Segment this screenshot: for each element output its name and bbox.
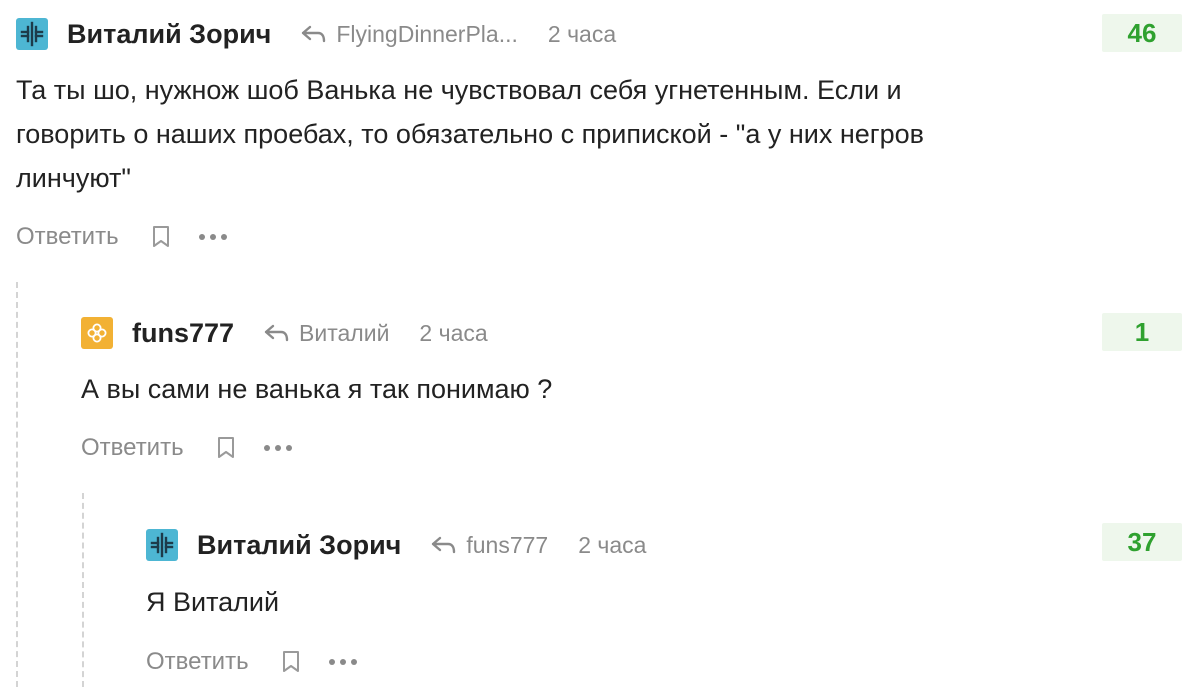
reply-to-link[interactable]: funs777 <box>431 532 548 559</box>
reply-arrow-icon <box>301 25 327 43</box>
cross-logo-icon <box>20 21 44 47</box>
reply-to-name: FlyingDinnerPla... <box>336 20 518 47</box>
comment-header: Виталий Зорич funs777 2 часа <box>146 525 646 565</box>
reply-arrow-icon <box>431 536 457 554</box>
comment-time: 2 часа <box>547 20 617 47</box>
avatar[interactable] <box>81 317 113 349</box>
bookmark-icon[interactable] <box>282 650 300 674</box>
comment-time: 2 часа <box>578 531 647 558</box>
more-options-icon[interactable] <box>328 658 358 666</box>
rating-badge: 1 <box>1102 313 1182 351</box>
rating-badge: 37 <box>1102 523 1182 561</box>
reply-arrow-icon <box>264 324 290 342</box>
comment-text-line: А вы сами не ванька я так понимаю ? <box>81 374 553 404</box>
avatar[interactable] <box>16 18 48 50</box>
clover-icon <box>87 323 107 343</box>
more-options-icon[interactable] <box>198 233 228 241</box>
rating-badge: 46 <box>1102 14 1182 52</box>
comment-text: А вы сами не ванька я так понимаю ? <box>81 367 1081 411</box>
more-options-icon[interactable] <box>263 444 293 452</box>
reply-button[interactable]: Ответить <box>16 223 119 251</box>
comment-time: 2 часа <box>419 319 488 346</box>
comment-text-line: линчуют" <box>16 163 131 193</box>
comment-2: funs777 Виталий 2 часа 1 А вы сами не ва… <box>81 313 1200 483</box>
comment-text-line: Та ты шо, нужнож шоб Ванька не чувствова… <box>16 75 902 105</box>
comment-text: Я Виталий <box>146 580 1046 624</box>
cross-logo-icon <box>150 532 174 558</box>
reply-button[interactable]: Ответить <box>81 434 184 462</box>
comment-actions: Ответить <box>81 433 293 463</box>
comment-1: Виталий Зорич FlyingDinnerPla... 2 часа … <box>16 14 1200 264</box>
reply-button[interactable]: Ответить <box>146 648 249 676</box>
thread-line-level-2 <box>82 493 84 687</box>
thread-line-level-1 <box>16 282 18 687</box>
comment-text: Та ты шо, нужнож шоб Ванька не чувствова… <box>16 68 1116 200</box>
comment-text-line: Я Виталий <box>146 587 280 617</box>
comment-header: Виталий Зорич FlyingDinnerPla... 2 часа <box>16 14 616 54</box>
author-name[interactable]: Виталий Зорич <box>67 19 271 50</box>
comment-actions: Ответить <box>146 647 358 677</box>
reply-to-name: funs777 <box>466 531 549 558</box>
reply-to-link[interactable]: Виталий <box>264 320 389 347</box>
comment-3: Виталий Зорич funs777 2 часа 37 Я Витали… <box>146 523 1200 685</box>
reply-to-name: Виталий <box>299 319 390 346</box>
avatar[interactable] <box>146 529 178 561</box>
comment-text-line: говорить о наших проебах, то обязательно… <box>16 119 924 149</box>
reply-to-link[interactable]: FlyingDinnerPla... <box>301 21 518 48</box>
comment-header: funs777 Виталий 2 часа <box>81 313 488 353</box>
bookmark-icon[interactable] <box>217 436 235 460</box>
comment-actions: Ответить <box>16 222 228 252</box>
author-name[interactable]: funs777 <box>132 318 234 349</box>
author-name[interactable]: Виталий Зорич <box>197 530 401 561</box>
bookmark-icon[interactable] <box>152 225 170 249</box>
